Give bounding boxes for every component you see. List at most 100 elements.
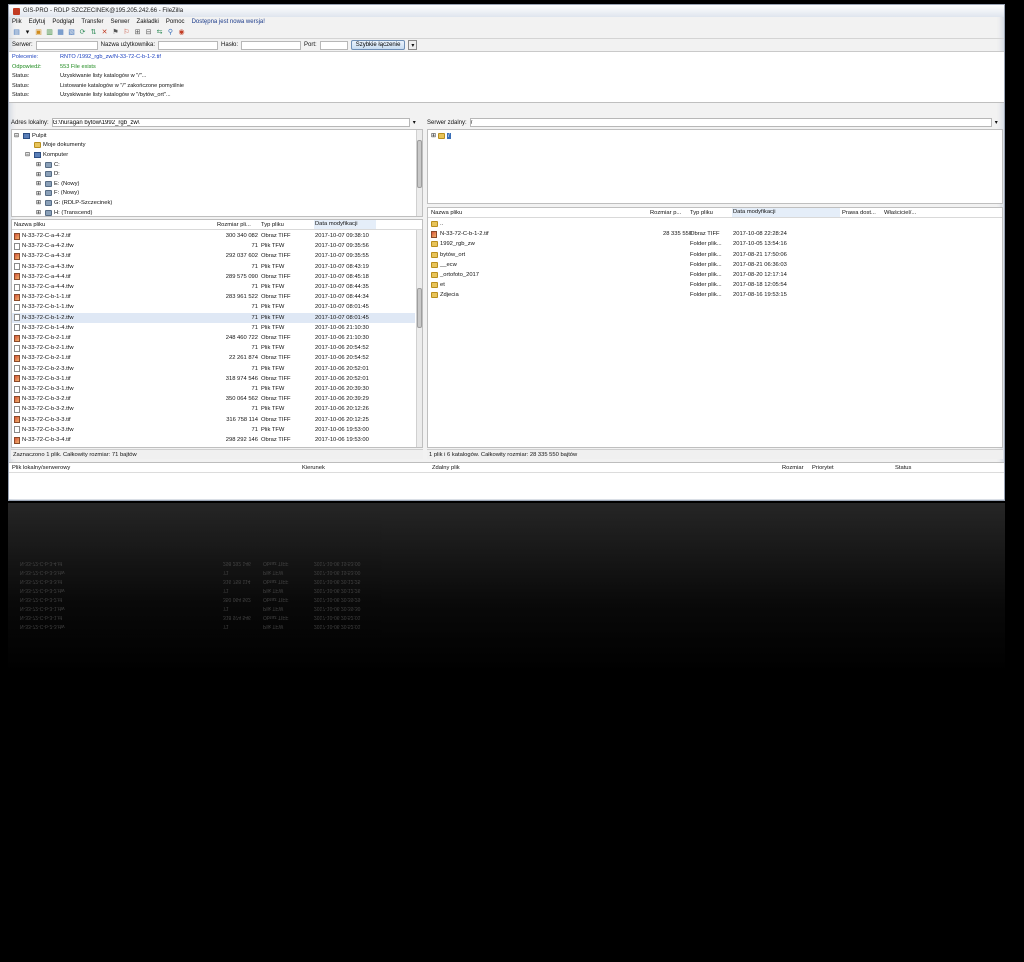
remote-address-dropdown-icon[interactable]: ▾ — [995, 119, 998, 126]
file-row[interactable]: N-33-72-C-b-3-1.tfw 71 Plik TFW 2017-10-06 … — [12, 384, 415, 394]
file-row[interactable]: N-33-72-C-b-2-1.tif 248 460 722 Obraz TIFF… — [12, 333, 415, 343]
file-row[interactable]: N-33-72-C-b-3-1.tif 318 974 546 Obraz TIFF… — [12, 374, 415, 384]
menu-podglad[interactable]: Podgląd — [52, 19, 74, 25]
compare-icon[interactable]: ⊟ — [144, 28, 153, 37]
tree-item[interactable]: ⊞ G: (RDLP-Szczecinek) — [14, 198, 420, 208]
col-size[interactable]: Rozmiar pli... — [217, 222, 251, 228]
qcol-remote[interactable]: Zdalny plik — [432, 463, 460, 473]
file-row[interactable]: N-33-72-C-b-3-3.tif 316 758 114 Obraz TIFF… — [12, 415, 415, 425]
expand-icon[interactable]: ⊞ — [36, 199, 43, 206]
expand-icon[interactable]: ⊞ — [36, 190, 43, 197]
remote-address-input[interactable] — [469, 118, 992, 127]
tree-item[interactable]: ⊟ Komputer — [14, 150, 420, 160]
expand-icon[interactable]: ⊞ — [431, 132, 436, 139]
col-date[interactable]: Data modyfikacji — [314, 220, 376, 229]
toggle-remote-tree-icon[interactable]: ▦ — [56, 28, 65, 37]
file-row[interactable]: N-33-72-C-a-4-2.tif 300 340 082 Obraz TIFF… — [12, 231, 415, 241]
qcol-direction[interactable]: Kierunek — [302, 463, 325, 473]
quickconnect-button[interactable]: Szybkie łączenie — [350, 40, 406, 50]
remote-file-row[interactable]: _ortofoto_2017 Folder plik... 2017-08-20 1… — [428, 270, 1002, 280]
file-row[interactable]: N-33-72-C-b-3-2.tfw 71 Plik TFW 2017-10-06 … — [12, 404, 415, 414]
file-row[interactable]: N-33-72-C-b-1-1.tfw 71 Plik TFW 2017-10-07 … — [12, 302, 415, 312]
filter-icon[interactable]: ⊞ — [133, 28, 142, 37]
qcol-size[interactable]: Rozmiar — [782, 463, 804, 473]
file-row[interactable]: N-33-72-C-b-1-1.tif 283 961 522 Obraz TIFF… — [12, 292, 415, 302]
qcol-priority[interactable]: Priorytet — [812, 463, 834, 473]
reconnect-icon[interactable]: ⚐ — [122, 28, 131, 37]
port-input[interactable] — [319, 40, 348, 50]
local-address-input[interactable] — [51, 118, 410, 127]
search-icon[interactable]: ⚲ — [166, 28, 175, 37]
toggle-log-icon[interactable]: ▣ — [34, 28, 43, 37]
remote-file-row[interactable]: __ecw Folder plik... 2017-08-21 06:36:03 — [428, 260, 1002, 270]
remote-file-row[interactable]: 1992_rgb_zw Folder plik... 2017-10-05 13:5… — [428, 239, 1002, 249]
file-row[interactable]: N-33-72-C-a-4-4.tif 289 575 090 Obraz TIFF… — [12, 272, 415, 282]
toggle-local-tree-icon[interactable]: ▥ — [45, 28, 54, 37]
file-row[interactable]: N-33-72-C-b-2-3.tfw 71 Plik TFW 2017-10-06 … — [12, 364, 415, 374]
col-name[interactable]: Nazwa pliku — [14, 222, 45, 228]
remote-file-row[interactable]: et Folder plik... 2017-08-18 12:05:54 — [428, 280, 1002, 290]
menu-zakladki[interactable]: Zakładki — [137, 19, 159, 25]
col-type[interactable]: Typ pliku — [261, 222, 284, 228]
expand-icon[interactable]: ⊞ — [36, 209, 43, 216]
menu-new-version[interactable]: Dostępna jest nowa wersja! — [192, 19, 265, 25]
tree-item[interactable]: Moje dokumenty — [14, 141, 420, 151]
tree-item[interactable]: ⊞ C: — [14, 160, 420, 170]
tree-item[interactable]: ⊞ E: (Nowy) — [14, 179, 420, 189]
local-tree-scroll-thumb[interactable] — [417, 140, 422, 188]
binoculars-icon[interactable]: ◉ — [177, 28, 186, 37]
tree-item[interactable]: ⊞ H: (Transcend) — [14, 208, 420, 216]
expand-icon[interactable]: ⊟ — [14, 132, 21, 139]
file-row[interactable]: N-33-72-C-b-1-2.tfw 71 Plik TFW 2017-10-07 … — [12, 312, 415, 323]
local-address-dropdown-icon[interactable]: ▾ — [413, 119, 416, 126]
remote-file-row[interactable]: Zdjecia Folder plik... 2017-08-16 19:53:15 — [428, 290, 1002, 300]
qcol-local[interactable]: Plik lokalny/serwerowy — [12, 463, 70, 473]
qcol-status[interactable]: Status — [895, 463, 911, 473]
menu-serwer[interactable]: Serwer — [111, 19, 130, 25]
sync-browse-icon[interactable]: ⇆ — [155, 28, 164, 37]
remote-tree-root[interactable]: ⊞ / — [431, 131, 999, 141]
local-list-scroll-thumb[interactable] — [417, 288, 422, 328]
remote-file-row[interactable]: .. — [428, 219, 1002, 229]
local-tree-scrollbar[interactable] — [416, 130, 422, 216]
refresh-icon[interactable]: ⟳ — [78, 28, 87, 37]
file-row[interactable]: N-33-72-C-a-4-4.tfw 71 Plik TFW 2017-10-07 … — [12, 282, 415, 292]
menu-edytuj[interactable]: Edytuj — [29, 19, 46, 25]
file-row[interactable]: N-33-72-C-b-2-1.tfw 71 Plik TFW 2017-10-06 … — [12, 343, 415, 353]
expand-icon[interactable]: ⊞ — [36, 171, 43, 178]
tree-item[interactable]: ⊞ F: (Nowy) — [14, 189, 420, 199]
pass-input[interactable] — [241, 40, 302, 50]
rcol-type[interactable]: Typ pliku — [690, 210, 713, 216]
user-input[interactable] — [158, 40, 219, 50]
expand-icon[interactable]: ⊞ — [36, 180, 43, 187]
rcol-owner[interactable]: Właściciel/... — [884, 210, 916, 216]
local-list-scrollbar[interactable] — [416, 230, 422, 447]
rcol-size[interactable]: Rozmiar p... — [650, 210, 681, 216]
file-row[interactable]: N-33-72-C-b-2-1.tif 22 261 874 Obraz TIFF 2… — [12, 353, 415, 363]
rcol-date[interactable]: Data modyfikacji — [732, 208, 840, 217]
file-row[interactable]: N-33-72-C-b-3-2.tif 350 064 562 Obraz TIFF… — [12, 394, 415, 404]
tree-item[interactable]: ⊞ D: — [14, 169, 420, 179]
menu-transfer[interactable]: Transfer — [81, 19, 103, 25]
host-input[interactable] — [35, 40, 98, 50]
file-row[interactable]: N-33-72-C-a-4-3.tif 292 037 602 Obraz TIFF… — [12, 251, 415, 261]
file-row[interactable]: N-33-72-C-b-1-4.tfw 71 Plik TFW 2017-10-06 … — [12, 323, 415, 333]
expand-icon[interactable]: ⊟ — [25, 151, 32, 158]
file-row[interactable]: N-33-72-C-a-4-2.tfw 71 Plik TFW 2017-10-07 … — [12, 241, 415, 251]
rcol-name[interactable]: Nazwa pliku — [431, 210, 462, 216]
quickconnect-dropdown-icon[interactable]: ▾ — [408, 40, 418, 50]
menu-plik[interactable]: Plik — [12, 19, 22, 25]
tree-item[interactable]: ⊟ Pulpit — [14, 131, 420, 141]
file-row[interactable]: N-33-72-C-a-4-3.tfw 71 Plik TFW 2017-10-07 … — [12, 262, 415, 272]
cancel-icon[interactable]: ✕ — [100, 28, 109, 37]
disconnect-icon[interactable]: ⚑ — [111, 28, 120, 37]
process-queue-icon[interactable]: ⇅ — [89, 28, 98, 37]
rcol-perm[interactable]: Prawa dost... — [842, 210, 876, 216]
expand-icon[interactable]: ⊞ — [36, 161, 43, 168]
file-row[interactable]: N-33-72-C-b-3-3.tfw 71 Plik TFW 2017-10-06 … — [12, 425, 415, 435]
toggle-queue-icon[interactable]: ▧ — [67, 28, 76, 37]
remote-file-row[interactable]: bytów_ort Folder plik... 2017-08-21 17:50:… — [428, 250, 1002, 260]
site-manager-icon[interactable]: ▤ — [12, 28, 21, 37]
menu-pomoc[interactable]: Pomoc — [166, 19, 185, 25]
site-manager-dropdown-icon[interactable]: ▾ — [23, 28, 32, 37]
